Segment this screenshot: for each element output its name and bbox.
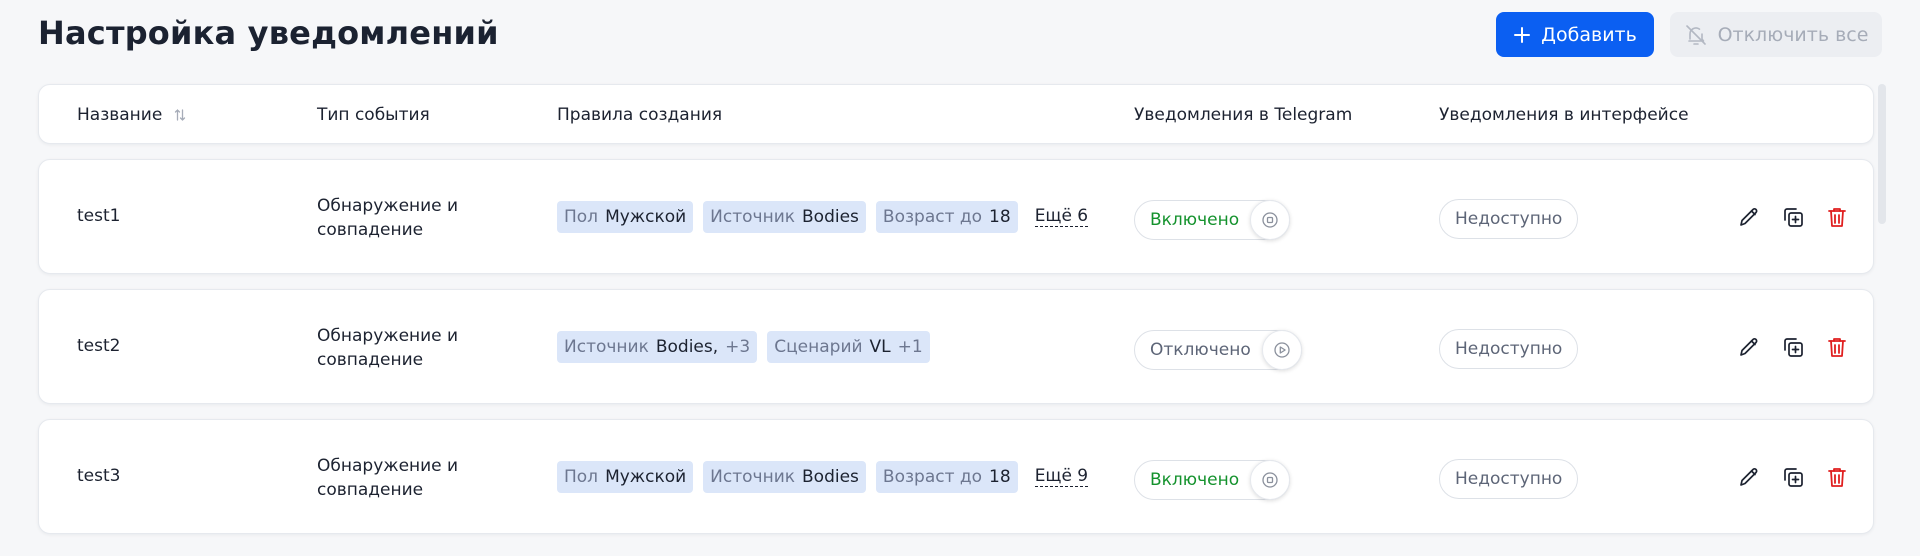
sort-icon — [174, 109, 185, 121]
more-rules-link[interactable]: Ещё 6 — [1034, 207, 1089, 227]
row-actions — [1735, 203, 1851, 231]
trash-icon — [1828, 468, 1846, 487]
copy-button[interactable] — [1779, 333, 1807, 361]
rule-tag: Источник Bodies — [703, 201, 866, 233]
column-header-event-type: Тип события — [317, 105, 430, 125]
row-rules: Источник Bodies, +3 Сценарий VL +1 — [557, 331, 930, 363]
delete-button[interactable] — [1823, 333, 1851, 361]
column-header-telegram: Уведомления в Telegram — [1134, 105, 1353, 125]
page-header: Настройка уведомлений Добавить Отключить… — [0, 0, 1920, 70]
rule-tag-key: Возраст до — [882, 467, 983, 487]
rule-tag: Пол Мужской — [557, 461, 694, 493]
row-name: test1 — [77, 206, 121, 226]
row-actions — [1735, 463, 1851, 491]
rule-tag-key: Возраст до — [882, 207, 983, 227]
copy-plus-icon — [1784, 468, 1803, 487]
toggle-knob[interactable] — [1250, 460, 1291, 500]
row-event-type: Обнаружение и совпадение — [317, 456, 459, 500]
stop-circle-icon — [1262, 472, 1278, 488]
row-actions — [1735, 333, 1851, 361]
disable-all-button-label: Отключить все — [1717, 23, 1869, 46]
rule-tag-key: Пол — [564, 467, 599, 487]
rule-tag: Возраст до 18 — [875, 461, 1018, 493]
rule-tag-value: Bodies, — [655, 337, 719, 357]
row-rules: Пол Мужской Источник Bodies Возраст до 1… — [557, 201, 1089, 233]
rule-tag-key: Источник — [710, 467, 796, 487]
scrollbar[interactable] — [1878, 84, 1886, 224]
stop-circle-icon — [1262, 212, 1278, 228]
rule-tag-value: Bodies — [802, 467, 859, 487]
table-header: Название Тип события Правила создания Ув… — [38, 84, 1874, 144]
row-rules: Пол Мужской Источник Bodies Возраст до 1… — [557, 461, 1089, 493]
interface-status: Недоступно — [1439, 329, 1579, 369]
rule-tag: Источник Bodies, +3 — [557, 331, 758, 363]
play-circle-icon — [1274, 342, 1290, 358]
delete-button[interactable] — [1823, 463, 1851, 491]
telegram-toggle[interactable]: Включено — [1134, 460, 1291, 500]
disable-all-button[interactable]: Отключить все — [1670, 12, 1882, 57]
rule-tag: Источник Bodies — [703, 461, 866, 493]
rule-tag-extra: +1 — [897, 337, 923, 357]
bell-off-icon — [1685, 24, 1706, 45]
rule-tag-key: Пол — [564, 207, 599, 227]
rule-tag: Сценарий VL +1 — [767, 331, 930, 363]
copy-plus-icon — [1784, 338, 1803, 357]
telegram-toggle[interactable]: Отключено — [1134, 330, 1302, 370]
row-event-type: Обнаружение и совпадение — [317, 196, 459, 240]
table-row: test3 Обнаружение и совпадение Пол Мужск… — [38, 419, 1874, 534]
row-name: test3 — [77, 466, 121, 486]
toggle-knob[interactable] — [1250, 200, 1291, 240]
plus-icon — [1514, 26, 1531, 43]
telegram-toggle[interactable]: Включено — [1134, 200, 1291, 240]
rule-tag: Возраст до 18 — [875, 201, 1018, 233]
rule-tag-value: VL — [869, 337, 891, 357]
column-header-name[interactable]: Название — [77, 105, 186, 125]
column-header-rules: Правила создания — [557, 105, 723, 125]
pencil-icon — [1740, 208, 1758, 226]
interface-status: Недоступно — [1439, 199, 1579, 239]
rule-tag-key: Источник — [710, 207, 796, 227]
table-row: test2 Обнаружение и совпадение Источник … — [38, 289, 1874, 404]
edit-button[interactable] — [1735, 333, 1763, 361]
rule-tag-key: Сценарий — [774, 337, 863, 357]
copy-button[interactable] — [1779, 203, 1807, 231]
trash-icon — [1828, 208, 1846, 227]
rule-tag-key: Источник — [564, 337, 649, 357]
trash-icon — [1828, 338, 1846, 357]
pencil-icon — [1740, 338, 1758, 356]
rule-tag-value: 18 — [989, 467, 1011, 487]
rule-tag-value: Мужской — [605, 467, 687, 487]
delete-button[interactable] — [1823, 203, 1851, 231]
more-rules-link[interactable]: Ещё 9 — [1034, 467, 1089, 487]
rule-tag-value: 18 — [989, 207, 1011, 227]
row-name: test2 — [77, 336, 121, 356]
rule-tag-value: Мужской — [605, 207, 687, 227]
copy-button[interactable] — [1779, 463, 1807, 491]
add-button-label: Добавить — [1541, 23, 1637, 46]
table-row: test1 Обнаружение и совпадение Пол Мужск… — [38, 159, 1874, 274]
rule-tag: Пол Мужской — [557, 201, 694, 233]
column-header-name-label: Название — [77, 105, 163, 125]
interface-status: Недоступно — [1439, 459, 1579, 499]
column-header-interface: Уведомления в интерфейсе — [1439, 105, 1689, 125]
copy-plus-icon — [1784, 208, 1803, 227]
toggle-knob[interactable] — [1261, 330, 1302, 370]
row-event-type: Обнаружение и совпадение — [317, 326, 459, 370]
rule-tag-value: Bodies — [802, 207, 859, 227]
edit-button[interactable] — [1735, 203, 1763, 231]
add-button[interactable]: Добавить — [1496, 12, 1654, 57]
edit-button[interactable] — [1735, 463, 1763, 491]
rule-tag-extra: +3 — [725, 337, 751, 357]
page-title: Настройка уведомлений — [38, 14, 499, 52]
pencil-icon — [1740, 468, 1758, 486]
